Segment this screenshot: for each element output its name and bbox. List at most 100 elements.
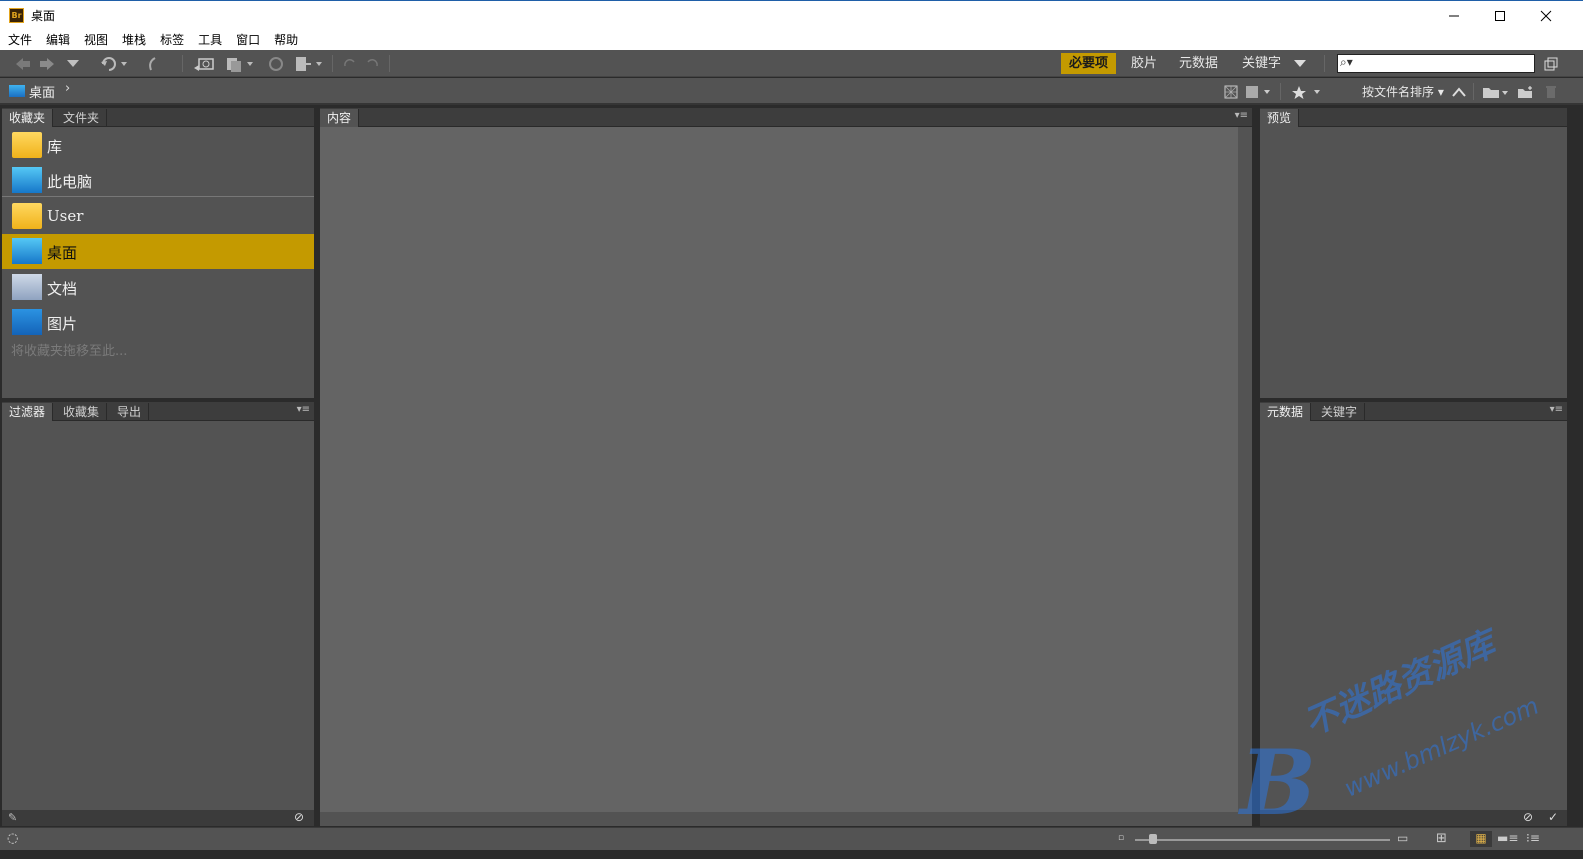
search-field[interactable]: ⌕▾ (1337, 54, 1535, 73)
apply-check-icon[interactable]: ✓ (1548, 810, 1558, 824)
content-vertical-scrollbar[interactable] (1239, 127, 1252, 826)
favorite-item-user[interactable]: User (2, 199, 314, 234)
workspace-filmstrip-tab[interactable]: 胶片 (1123, 53, 1165, 74)
menu-edit[interactable]: 编辑 (42, 30, 74, 50)
document-icon (12, 274, 42, 300)
back-arrow-icon[interactable] (12, 54, 34, 73)
rotate-sync-icon[interactable] (266, 54, 286, 73)
toolbar-separator (332, 55, 333, 72)
chevron-right-icon[interactable]: › (65, 81, 70, 96)
thumbnail-view-icon[interactable]: ▦ (1470, 831, 1492, 847)
bridge-app-icon: Br (9, 8, 24, 23)
status-bar: ◌ ▫ ▭ ⊞ ▦ ▬≡ ⁝≡ (0, 827, 1583, 850)
favorite-item-desktop[interactable]: 桌面 (2, 234, 314, 269)
rotate-right-icon[interactable] (364, 54, 382, 73)
favorite-item-this-pc[interactable]: 此电脑 (2, 163, 314, 198)
small-thumbnail-icon[interactable]: ▫ (1118, 833, 1124, 843)
menu-window[interactable]: 窗口 (232, 30, 264, 50)
menu-stacks[interactable]: 堆栈 (118, 30, 150, 50)
return-to-app-icon[interactable] (99, 54, 129, 73)
menu-tools[interactable]: 工具 (194, 30, 226, 50)
sort-ascending-icon[interactable] (1450, 82, 1468, 101)
clear-filter-icon[interactable]: ⊘ (294, 810, 304, 824)
panel-menu-icon[interactable]: ▾≡ (1235, 110, 1248, 121)
rotate-left-icon[interactable] (340, 54, 358, 73)
filter-panel-tabs: 过滤器 收藏集 导出 ▾≡ (2, 402, 314, 421)
breadcrumb-desktop[interactable]: 桌面 (29, 82, 55, 101)
workspace-keywords-tab[interactable]: 关键字 (1234, 53, 1289, 74)
recent-dropdown-icon[interactable] (64, 54, 82, 73)
tab-filter[interactable]: 过滤器 (2, 403, 54, 421)
large-thumbnail-icon[interactable]: ▭ (1397, 831, 1408, 845)
favorite-label: 图片 (47, 315, 78, 333)
quality-options-icon[interactable] (1222, 82, 1240, 101)
content-area[interactable] (320, 127, 1238, 812)
toolbar-separator (389, 55, 390, 72)
sync-status-icon[interactable]: ◌ (7, 831, 18, 846)
reveal-recent-icon[interactable] (143, 54, 161, 73)
maximize-icon (1495, 10, 1505, 21)
sort-label: 按文件名排序 (1362, 85, 1435, 99)
favorite-label: User (47, 207, 84, 225)
favorite-label: 此电脑 (47, 173, 93, 191)
favorite-item-library[interactable]: 库 (2, 128, 314, 163)
tab-preview[interactable]: 预览 (1260, 109, 1300, 127)
folder-icon (12, 132, 42, 158)
list-view-icon[interactable]: ⁝≡ (1526, 831, 1540, 845)
favorite-label: 库 (47, 138, 63, 156)
refine-dropdown-icon[interactable] (224, 54, 256, 73)
open-recent-folder-icon[interactable] (1481, 82, 1511, 101)
tab-favorites[interactable]: 收藏夹 (2, 109, 54, 127)
workspace-metadata-tab[interactable]: 元数据 (1171, 53, 1226, 74)
view-options-dropdown-icon[interactable] (1243, 82, 1273, 101)
thumbnail-size-slider-thumb[interactable] (1149, 834, 1157, 844)
menu-label[interactable]: 标签 (156, 30, 188, 50)
favorite-label: 桌面 (47, 244, 78, 262)
star-filter-icon[interactable] (1290, 82, 1324, 101)
tab-metadata[interactable]: 元数据 (1260, 403, 1312, 421)
menu-help[interactable]: 帮助 (270, 30, 302, 50)
new-folder-icon[interactable] (1516, 82, 1536, 101)
content-panel: 内容 ▾≡ (320, 108, 1252, 826)
metadata-panel-footer: ⊘ ✓ (1260, 810, 1567, 826)
panel-menu-icon[interactable]: ▾≡ (1550, 404, 1563, 415)
details-view-icon[interactable]: ▬≡ (1497, 831, 1518, 845)
close-icon (1540, 10, 1552, 21)
favorite-item-documents[interactable]: 文档 (2, 270, 314, 305)
get-photos-icon[interactable] (192, 54, 216, 73)
compact-mode-icon[interactable] (1542, 54, 1560, 73)
favorites-panel-tabs: 收藏夹 文件夹 (2, 108, 314, 127)
panel-menu-icon[interactable]: ▾≡ (297, 404, 310, 415)
maximize-button[interactable] (1477, 1, 1523, 30)
cancel-icon[interactable]: ⊘ (1523, 810, 1533, 824)
favorite-item-pictures[interactable]: 图片 (2, 305, 314, 340)
workspace-dropdown-icon[interactable] (1292, 54, 1308, 73)
content-panel-tabs: 内容 ▾≡ (320, 108, 1252, 127)
open-in-camera-raw-icon[interactable] (293, 54, 325, 73)
favorites-divider (2, 196, 314, 197)
pictures-icon (12, 309, 42, 335)
tab-content[interactable]: 内容 (320, 109, 360, 127)
menu-view[interactable]: 视图 (80, 30, 112, 50)
delete-trash-icon[interactable] (1542, 82, 1560, 101)
forward-arrow-icon[interactable] (36, 54, 58, 73)
tab-folders[interactable]: 文件夹 (56, 109, 108, 127)
metadata-panel: 元数据 关键字 ▾≡ (1260, 402, 1567, 810)
content-horizontal-scrollbar[interactable] (320, 813, 1238, 826)
workspace-essentials-tab[interactable]: 必要项 (1061, 53, 1117, 74)
tab-collections[interactable]: 收藏集 (56, 403, 108, 421)
search-input[interactable] (1360, 56, 1530, 71)
path-bar: 桌面 › 按文件名排序 ▾ (0, 78, 1583, 105)
lock-grid-icon[interactable]: ⊞ (1436, 831, 1447, 846)
sort-by-filename-dropdown[interactable]: 按文件名排序 ▾ (1362, 83, 1444, 100)
toolbar: 必要项 胶片 元数据 关键字 ⌕▾ (0, 50, 1583, 77)
tab-export[interactable]: 导出 (110, 403, 150, 421)
menu-file[interactable]: 文件 (4, 30, 36, 50)
tab-keywords[interactable]: 关键字 (1314, 403, 1366, 421)
pin-icon[interactable]: ✎ (8, 811, 17, 824)
thumbnail-size-slider[interactable] (1135, 839, 1390, 841)
close-button[interactable] (1523, 1, 1569, 30)
toolbar-separator (182, 55, 183, 72)
minimize-button[interactable] (1431, 1, 1477, 30)
preview-panel-tabs: 预览 (1260, 108, 1567, 127)
